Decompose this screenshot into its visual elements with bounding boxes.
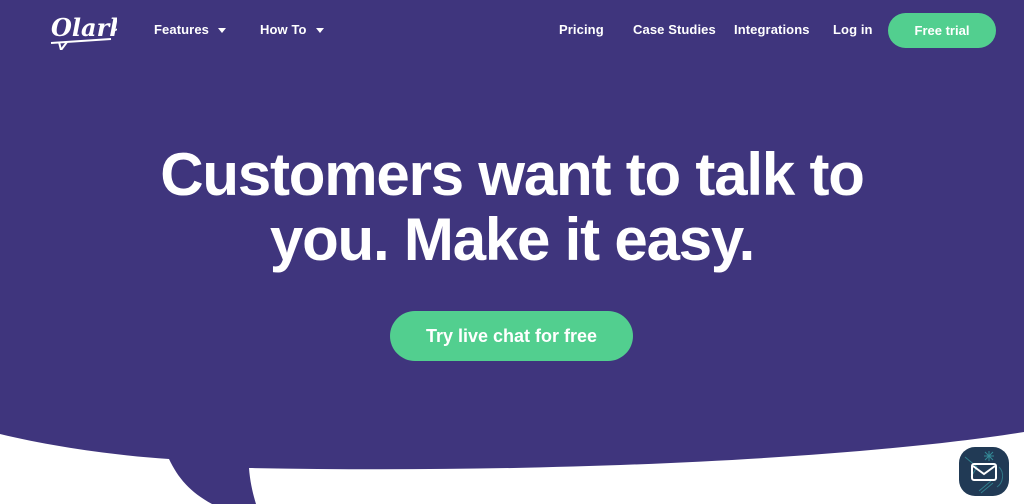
nav-how-to[interactable]: How To [260, 22, 324, 37]
nav-pricing[interactable]: Pricing [559, 22, 604, 37]
nav-how-to-label: How To [260, 22, 307, 37]
nav-case-studies[interactable]: Case Studies [633, 22, 716, 37]
headline-line-2: you. Make it easy. [269, 206, 755, 273]
chat-widget-button[interactable] [959, 447, 1009, 496]
hero-section: Olark Features How To Pricing Case Studi… [0, 0, 1024, 504]
logo-text: Olark [51, 13, 117, 42]
hero-headline: Customers want to talk to you. Make it e… [0, 142, 1024, 272]
chevron-down-icon [218, 27, 226, 33]
try-live-chat-button[interactable]: Try live chat for free [390, 311, 633, 361]
logo-icon: Olark [50, 13, 126, 53]
nav-log-in[interactable]: Log in [833, 22, 873, 37]
olark-logo[interactable]: Olark [49, 10, 126, 53]
free-trial-button[interactable]: Free trial [888, 13, 996, 48]
nav-features-label: Features [154, 22, 209, 37]
chevron-down-icon [315, 27, 324, 33]
nav-integrations[interactable]: Integrations [734, 22, 810, 37]
headline-line-1: Customers want to talk to [160, 141, 865, 208]
envelope-icon [964, 451, 1004, 494]
top-navigation: Olark Features How To Pricing Case Studi… [0, 0, 1024, 62]
nav-features[interactable]: Features [154, 22, 226, 37]
